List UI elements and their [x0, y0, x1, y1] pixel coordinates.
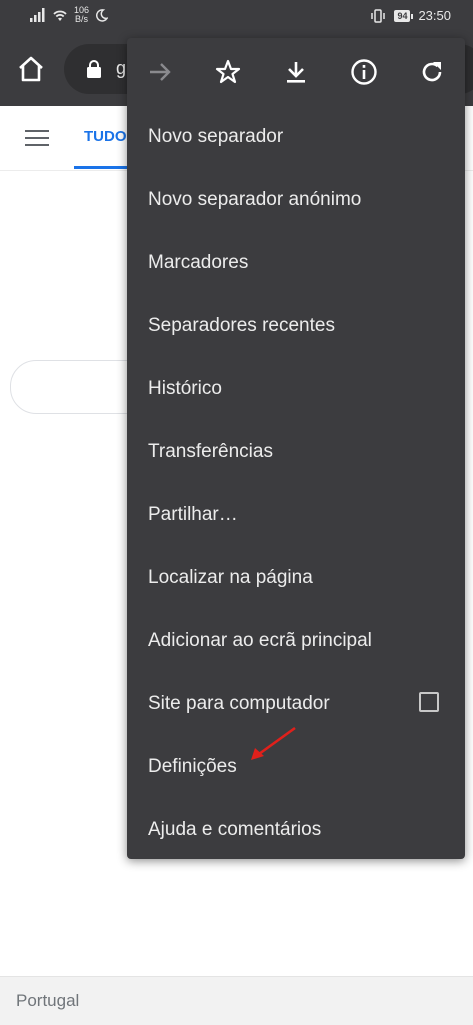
menu-item-label: Separadores recentes [148, 315, 335, 336]
status-right: 94 23:50 [370, 8, 451, 23]
menu-item-downloads[interactable]: Transferências [127, 421, 465, 484]
menu-item-bookmarks[interactable]: Marcadores [127, 232, 465, 295]
desktop-site-checkbox[interactable] [419, 692, 439, 712]
annotation-arrow-icon [251, 726, 296, 760]
battery-indicator: 94 [394, 9, 414, 22]
menu-item-label: Novo separador anónimo [148, 189, 362, 210]
footer-country: Portugal [16, 991, 80, 1010]
net-speed-unit: B/s [75, 14, 89, 24]
clock: 23:50 [418, 8, 451, 23]
forward-button[interactable] [145, 57, 175, 87]
menu-item-history[interactable]: Histórico [127, 358, 465, 421]
page-info-button[interactable] [349, 57, 379, 87]
menu-item-find-in-page[interactable]: Localizar na página [127, 547, 465, 610]
status-left: 106 B/s [30, 6, 109, 24]
tab-all[interactable]: TUDO [84, 128, 127, 145]
menu-item-label: Histórico [148, 378, 222, 399]
menu-item-label: Partilhar… [148, 504, 238, 525]
home-icon [19, 56, 43, 82]
refresh-button[interactable] [417, 57, 447, 87]
menu-item-label: Definições [148, 756, 237, 777]
info-icon [351, 59, 377, 85]
moon-icon [96, 8, 109, 22]
menu-item-share[interactable]: Partilhar… [127, 484, 465, 547]
menu-item-new-tab[interactable]: Novo separador [127, 106, 465, 169]
status-bar: 106 B/s 94 23:50 [0, 0, 473, 34]
vibrate-icon [371, 8, 386, 23]
menu-item-add-to-home-screen[interactable]: Adicionar ao ecrã principal [127, 610, 465, 673]
bookmark-button[interactable] [213, 57, 243, 87]
download-icon [287, 62, 305, 83]
hamburger-menu-icon[interactable] [25, 130, 49, 146]
menu-item-new-incognito-tab[interactable]: Novo separador anónimo [127, 169, 465, 232]
lock-icon [87, 60, 101, 78]
menu-item-label: Novo separador [148, 126, 284, 147]
menu-item-label: Ajuda e comentários [148, 819, 322, 840]
star-icon [215, 59, 241, 84]
menu-item-help-feedback[interactable]: Ajuda e comentários [127, 799, 465, 862]
menu-item-label: Transferências [148, 441, 273, 462]
download-button[interactable] [281, 57, 311, 87]
home-button[interactable] [16, 54, 48, 86]
url-text: g [116, 58, 127, 78]
net-speed: 106 B/s [74, 6, 89, 24]
menu-item-label: Marcadores [148, 252, 249, 273]
refresh-icon [422, 62, 442, 82]
page-footer: Portugal [0, 976, 473, 1025]
signal-icon [30, 8, 45, 22]
menu-icon-row [127, 38, 465, 106]
menu-item-label: Localizar na página [148, 567, 313, 588]
forward-icon [150, 63, 171, 81]
menu-item-label: Site para computador [148, 693, 330, 714]
wifi-icon [53, 10, 67, 21]
menu-item-label: Adicionar ao ecrã principal [148, 630, 372, 651]
menu-item-recent-tabs[interactable]: Separadores recentes [127, 295, 465, 358]
